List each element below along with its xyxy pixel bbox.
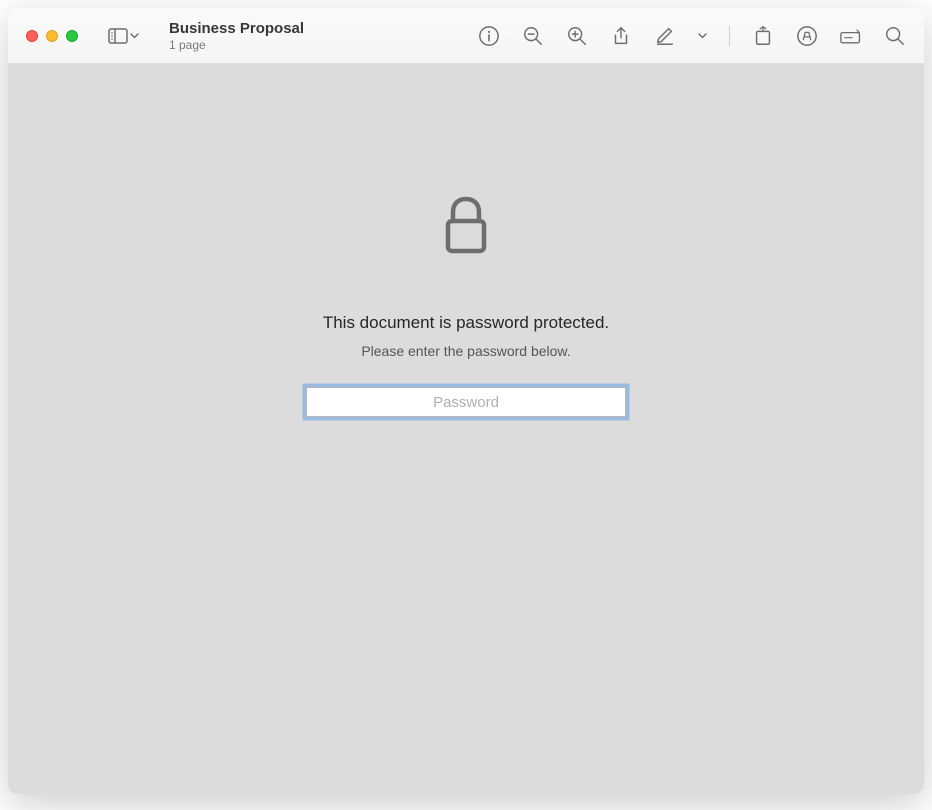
minimize-window-button[interactable] [46,30,58,42]
form-icon [840,25,862,47]
password-prompt-heading: This document is password protected. [323,313,609,333]
zoom-in-button[interactable] [566,25,588,47]
highlight-icon [796,25,818,47]
markup-button[interactable] [654,25,676,47]
rotate-button[interactable] [752,25,774,47]
share-button[interactable] [610,25,632,47]
search-icon [884,25,906,47]
zoom-out-button[interactable] [522,25,544,47]
zoom-in-icon [566,25,588,47]
sidebar-toggle-button[interactable] [104,24,143,48]
toolbar: Business Proposal 1 page [8,8,924,64]
document-title: Business Proposal [169,20,470,37]
close-window-button[interactable] [26,30,38,42]
highlight-button[interactable] [796,25,818,47]
share-icon [610,25,632,47]
markup-dropdown-button[interactable] [698,33,707,39]
document-page-count: 1 page [169,38,470,52]
search-button[interactable] [884,25,906,47]
password-input[interactable] [306,387,626,417]
zoom-out-icon [522,25,544,47]
markup-icon [654,25,676,47]
window-controls [26,30,78,42]
toolbar-divider [729,26,730,46]
password-prompt-instruction: Please enter the password below. [361,343,570,359]
document-content-area: This document is password protected. Ple… [8,64,924,794]
sidebar-icon [108,28,128,44]
lock-icon [441,194,491,263]
rotate-icon [752,25,774,47]
document-title-section: Business Proposal 1 page [169,20,470,52]
preview-window: Business Proposal 1 page [8,8,924,794]
info-button[interactable] [478,25,500,47]
form-fill-button[interactable] [840,25,862,47]
toolbar-actions [478,25,906,47]
maximize-window-button[interactable] [66,30,78,42]
chevron-down-icon [130,33,139,39]
info-icon [478,25,500,47]
